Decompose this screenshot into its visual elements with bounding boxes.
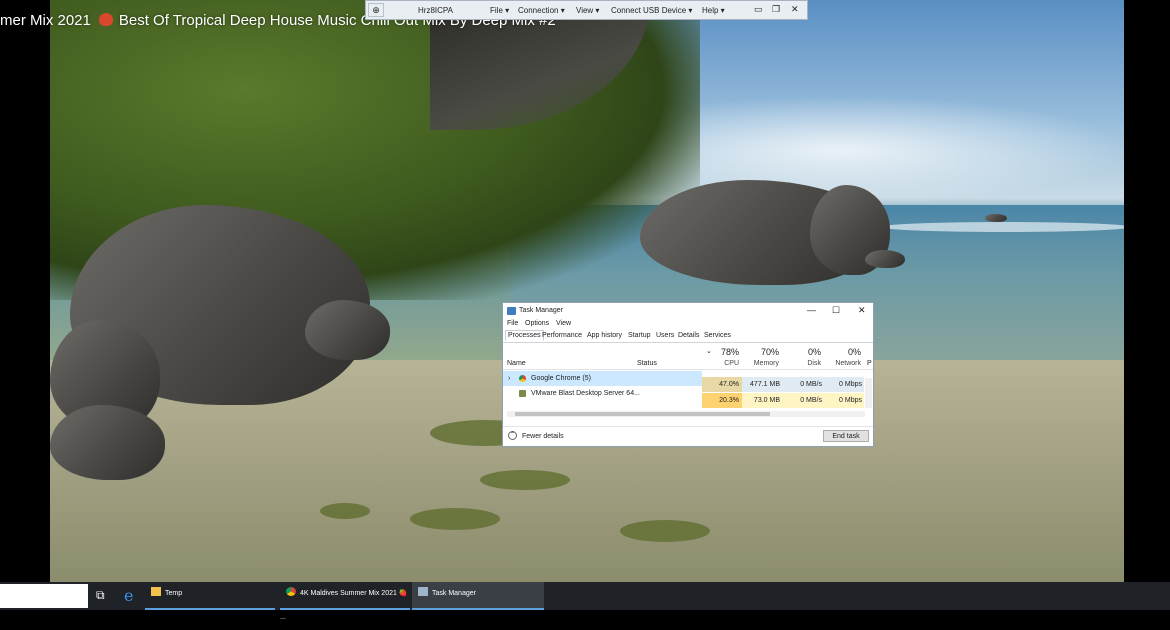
column-disk[interactable]: Disk xyxy=(781,360,821,367)
vnc-menu-usb[interactable]: Connect USB Device ▾ xyxy=(611,6,692,15)
taskbar-item-label: Task Manager xyxy=(432,590,476,597)
minimize-icon[interactable]: — xyxy=(807,305,816,315)
video-frame[interactable] xyxy=(50,0,1124,582)
tab-services[interactable]: Services xyxy=(702,331,733,340)
taskbar-item-temp[interactable]: Temp xyxy=(145,582,275,610)
granite-rock xyxy=(865,250,905,268)
granite-rock xyxy=(50,405,165,480)
cpu-value: 20.3% xyxy=(719,397,739,404)
task-view-icon[interactable]: ⧉ xyxy=(96,588,105,603)
tm-title: Task Manager xyxy=(519,307,563,314)
tm-menu-view[interactable]: View xyxy=(556,320,571,327)
tm-menu-file[interactable]: File xyxy=(507,320,518,327)
column-power[interactable]: P xyxy=(867,360,872,367)
memory-total: 70% xyxy=(760,347,779,357)
chevron-up-icon[interactable]: ⌃ xyxy=(508,431,517,440)
vnc-toolbar: ⊕ Hrz8ICPA File ▾ Connection ▾ View ▾ Co… xyxy=(365,0,808,20)
column-status[interactable]: Status xyxy=(637,360,657,367)
disk-value: 0 MB/s xyxy=(800,381,822,388)
folder-icon xyxy=(151,587,161,596)
tab-processes[interactable]: Processes xyxy=(505,330,544,341)
column-memory[interactable]: Memory xyxy=(739,360,779,367)
tm-footer: ⌃ Fewer details End task xyxy=(503,426,873,447)
tm-tabs: Processes Performance App history Startu… xyxy=(503,330,873,343)
network-total: 0% xyxy=(847,347,861,357)
cpu-value: 47.0% xyxy=(719,381,739,388)
table-row[interactable]: VMware Blast Desktop Server 64... xyxy=(503,386,702,401)
pin-icon[interactable]: ⊕ xyxy=(368,3,384,17)
tab-startup[interactable]: Startup xyxy=(626,331,653,340)
disk-total: 0% xyxy=(807,347,821,357)
horizontal-scrollbar[interactable] xyxy=(507,411,865,417)
column-network[interactable]: Network xyxy=(821,360,861,367)
taskbar-item-task-manager[interactable]: Task Manager xyxy=(412,582,544,610)
chrome-icon xyxy=(519,375,526,382)
vnc-close-icon[interactable]: ✕ xyxy=(791,4,799,15)
end-task-button[interactable]: End task xyxy=(823,430,869,442)
disk-value: 0 MB/s xyxy=(800,397,822,404)
taskbar-item-chrome[interactable]: 4K Maldives Summer Mix 2021 🍓 ... xyxy=(280,582,410,621)
vnc-host-name: Hrz8ICPA xyxy=(418,6,453,15)
table-row[interactable]: › Google Chrome (5) xyxy=(503,371,702,386)
fewer-details-link[interactable]: Fewer details xyxy=(522,433,564,440)
process-name: Google Chrome (5) xyxy=(531,375,591,382)
task-manager-icon xyxy=(507,307,516,315)
taskbar: ⧉ e Temp 4K Maldives Summer Mix 2021 🍓 .… xyxy=(0,582,1170,621)
granite-rock xyxy=(985,214,1007,222)
tab-app-history[interactable]: App history xyxy=(585,331,624,340)
expand-chevron-icon[interactable]: › xyxy=(508,371,510,386)
cpu-total: 78% xyxy=(720,347,739,357)
taskbar-item-label: 4K Maldives Summer Mix 2021 🍓 ... xyxy=(280,590,408,621)
wave-foam xyxy=(880,222,1124,232)
vnc-menu-file[interactable]: File ▾ xyxy=(490,6,509,15)
network-value: 0 Mbps xyxy=(839,397,862,404)
tm-menu-options[interactable]: Options xyxy=(525,320,549,327)
close-icon[interactable]: ✕ xyxy=(858,305,866,316)
video-title-start: mer Mix 2021 xyxy=(0,12,91,29)
tm-title-bar[interactable]: Task Manager — ☐ ✕ xyxy=(503,303,873,319)
tm-column-header: Name Status ⌄ 78% CPU 70% Memory 0% Disk… xyxy=(503,343,873,370)
granite-rock xyxy=(305,300,390,360)
vnc-minimize-icon[interactable]: ▭ xyxy=(754,4,763,15)
vnc-menu-connection[interactable]: Connection ▾ xyxy=(518,6,565,15)
taskbar-item-label: Temp xyxy=(165,590,183,597)
vertical-scrollbar[interactable] xyxy=(865,378,872,408)
process-name: VMware Blast Desktop Server 64... xyxy=(531,390,640,397)
task-manager-icon xyxy=(418,587,428,596)
maximize-icon[interactable]: ☐ xyxy=(832,305,840,316)
edge-icon[interactable]: e xyxy=(124,586,133,605)
seaweed-patch xyxy=(320,503,370,519)
scrollbar-thumb[interactable] xyxy=(515,412,770,416)
vnc-menu-help[interactable]: Help ▾ xyxy=(702,6,725,15)
vnc-restore-icon[interactable]: ❐ xyxy=(772,4,780,15)
seaweed-patch xyxy=(480,470,570,490)
column-name[interactable]: Name xyxy=(507,360,526,367)
task-manager-window: Task Manager — ☐ ✕ File Options View Pro… xyxy=(502,302,874,447)
seaweed-patch xyxy=(410,508,500,530)
strawberry-icon xyxy=(98,13,113,26)
memory-value: 477.1 MB xyxy=(750,381,780,388)
memory-value: 73.0 MB xyxy=(753,397,780,404)
vnc-menu-view[interactable]: View ▾ xyxy=(576,6,599,15)
tab-details[interactable]: Details xyxy=(676,331,701,340)
vmware-icon xyxy=(519,390,526,397)
chrome-icon xyxy=(286,587,296,596)
taskbar-search-box[interactable] xyxy=(0,584,88,608)
column-cpu[interactable]: CPU xyxy=(699,360,739,367)
tm-menu-bar: File Options View xyxy=(503,319,873,330)
tab-performance[interactable]: Performance xyxy=(540,331,584,340)
network-value: 0 Mbps xyxy=(839,381,862,388)
tab-users[interactable]: Users xyxy=(654,331,676,340)
seaweed-patch xyxy=(620,520,710,542)
